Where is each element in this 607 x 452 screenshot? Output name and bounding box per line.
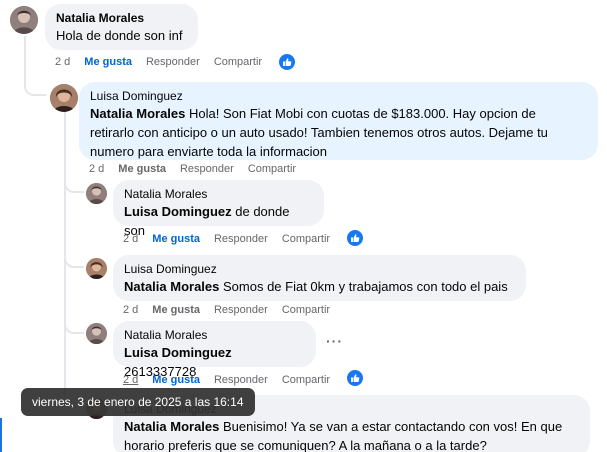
comment-actions: 2 d Me gusta Responder Compartir	[123, 303, 344, 317]
thread-connector	[64, 250, 84, 268]
thread-connector	[64, 175, 84, 193]
share-button[interactable]: Compartir	[248, 163, 296, 175]
reply-button[interactable]: Responder	[214, 233, 268, 245]
comment-timestamp[interactable]: 2 d	[89, 163, 104, 175]
thumbs-up-icon	[283, 58, 292, 66]
avatar[interactable]	[86, 258, 107, 279]
profile-photo-icon	[86, 258, 107, 279]
comment-text-line1: Hola! Son Fiat Mobi con cuotas de $183.0…	[189, 106, 536, 121]
comment-text-body: Somos de Fiat 0km y trabajamos con todo …	[223, 279, 508, 294]
like-button[interactable]: Me gusta	[152, 304, 200, 316]
reaction-badge[interactable]	[347, 370, 363, 386]
comment-timestamp[interactable]: 2 d	[55, 56, 70, 68]
more-options-button[interactable]: ···	[326, 333, 343, 349]
comment-text-line3: numero para enviarte toda la informacion	[90, 144, 328, 159]
reply-button[interactable]: Responder	[146, 56, 200, 68]
timestamp-tooltip: viernes, 3 de enero de 2025 a las 16:14	[21, 388, 255, 416]
comment-author[interactable]: Natalia Morales	[56, 10, 187, 26]
comment-bubble: Natalia Morales Luisa Dominguez de donde…	[113, 180, 324, 238]
share-button[interactable]: Compartir	[282, 233, 330, 245]
comment-text: Natalia Morales Hola! Son Fiat Mobi con …	[90, 104, 587, 123]
share-button[interactable]: Compartir	[214, 56, 262, 68]
profile-photo-icon	[10, 6, 38, 34]
comment-author[interactable]: Natalia Morales	[124, 327, 305, 343]
comment-text: Natalia Morales Buenisimo! Ya se van a e…	[124, 417, 579, 436]
like-button[interactable]: Me gusta	[84, 56, 132, 68]
comment-author[interactable]: Luisa Dominguez	[124, 261, 515, 277]
comment-bubble: Natalia Morales Luisa Dominguez 26133377…	[113, 321, 316, 379]
share-button[interactable]: Compartir	[282, 304, 330, 316]
profile-photo-icon	[50, 84, 78, 112]
comment-bubble: Natalia Morales Hola de donde son inf	[45, 4, 198, 50]
like-button[interactable]: Me gusta	[152, 233, 200, 245]
avatar[interactable]	[10, 6, 38, 34]
share-button[interactable]: Compartir	[282, 374, 330, 386]
comment-text: Natalia Morales Somos de Fiat 0km y trab…	[124, 277, 515, 296]
comment-bubble: Luisa Dominguez Natalia Morales Hola! So…	[79, 82, 598, 160]
reply-button[interactable]: Responder	[214, 374, 268, 386]
comment-text-line2: retirarlo con anticipo o un auto usado! …	[90, 125, 548, 140]
thumbs-up-icon	[351, 234, 360, 242]
comment-timestamp[interactable]: 2 d	[123, 374, 138, 386]
comment-text-line1: Buenisimo! Ya se van a estar contactando…	[223, 419, 563, 434]
comment-text-line2: horario preferis que se comuniquen? A la…	[124, 438, 487, 452]
thread-connector	[24, 76, 46, 96]
comment-text: Hola de donde son inf	[56, 28, 183, 43]
thread-connector	[64, 316, 84, 334]
comment-author[interactable]: Natalia Morales	[124, 186, 313, 202]
avatar[interactable]	[86, 323, 107, 344]
comment-actions: 2 d Me gusta Responder Compartir	[123, 232, 344, 246]
comment-author[interactable]: Luisa Dominguez	[90, 88, 587, 104]
profile-photo-icon	[86, 183, 107, 204]
comment-bubble: Luisa Dominguez Natalia Morales Somos de…	[113, 255, 526, 301]
thumbs-up-icon	[351, 374, 360, 382]
mention-link[interactable]: Luisa Dominguez	[124, 204, 232, 219]
reply-button[interactable]: Responder	[180, 163, 234, 175]
reaction-badge[interactable]	[347, 230, 363, 246]
mention-link[interactable]: Natalia Morales	[90, 106, 185, 121]
comment-timestamp[interactable]: 2 d	[123, 304, 138, 316]
avatar[interactable]	[86, 183, 107, 204]
reply-button[interactable]: Responder	[214, 304, 268, 316]
comment-actions: 2 d Me gusta Responder Compartir	[55, 55, 276, 69]
profile-photo-icon	[86, 323, 107, 344]
comment-actions: 2 d Me gusta Responder Compartir	[89, 162, 310, 176]
like-button[interactable]: Me gusta	[152, 374, 200, 386]
comment-actions: 2 d Me gusta Responder Compartir	[123, 373, 344, 387]
mention-link[interactable]: Luisa Dominguez	[124, 345, 232, 360]
reaction-badge[interactable]	[279, 54, 295, 70]
focus-indicator	[0, 418, 2, 452]
mention-link[interactable]: Natalia Morales	[124, 419, 219, 434]
mention-link[interactable]: Natalia Morales	[124, 279, 219, 294]
like-button[interactable]: Me gusta	[118, 163, 166, 175]
avatar[interactable]	[50, 84, 78, 112]
comment-timestamp[interactable]: 2 d	[123, 233, 138, 245]
